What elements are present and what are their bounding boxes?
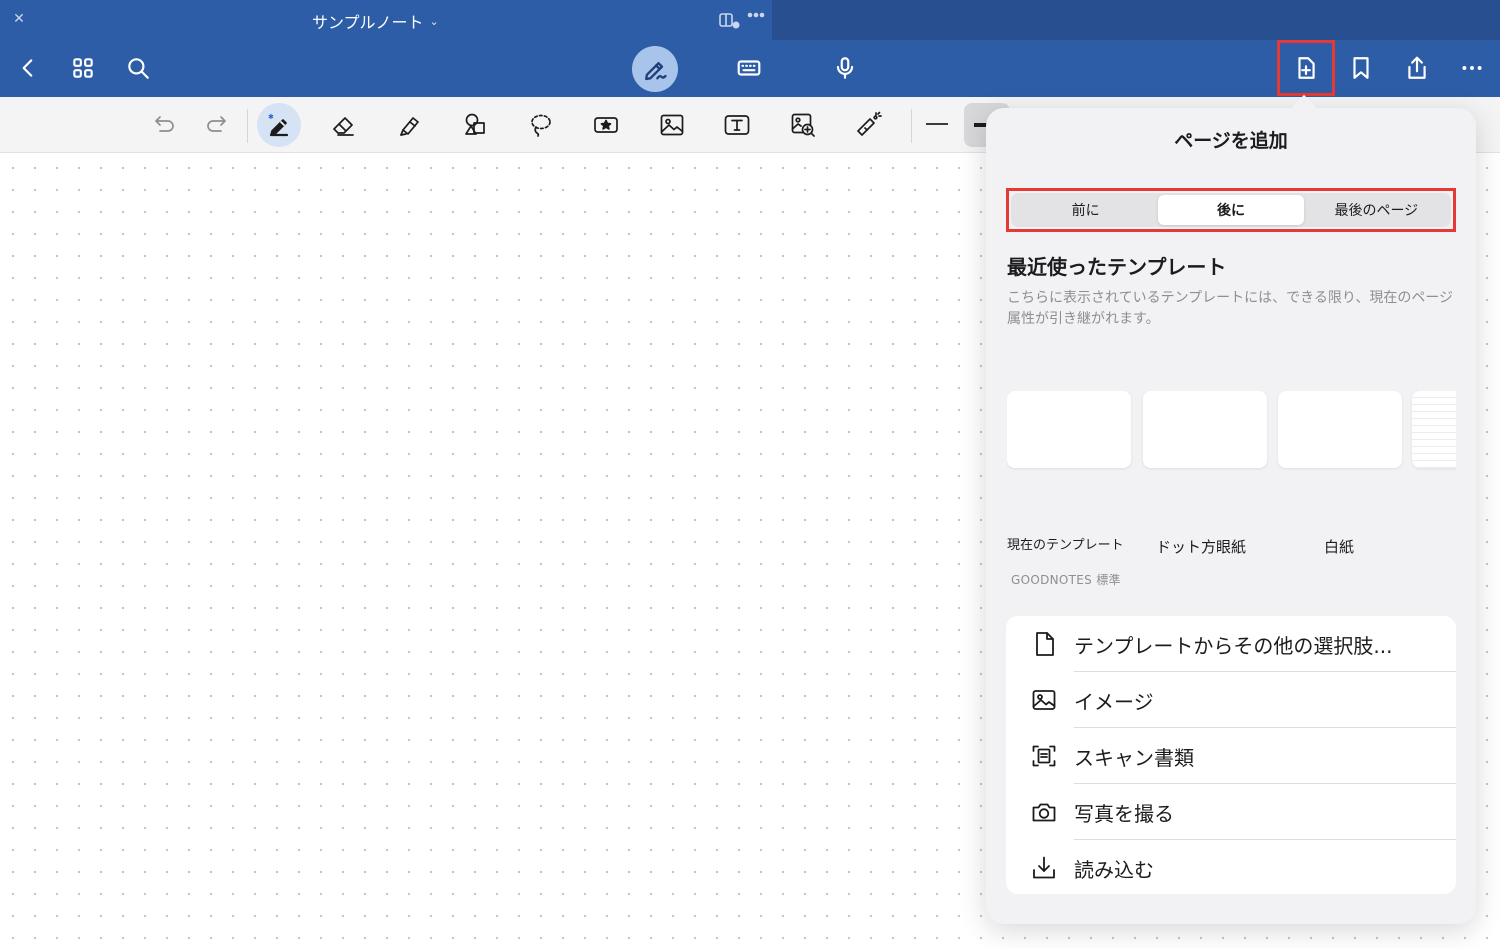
add-page-popover: ページを追加 前に 後に 最後のページ 最近使ったテンプレート こちらに表示され… [986, 108, 1476, 924]
menu-item-label: 読み込む [1074, 857, 1154, 882]
menu-item-label: テンプレートからその他の選択肢... [1074, 633, 1393, 658]
camera-icon [1030, 798, 1058, 826]
pen-icon[interactable]: ✱ [257, 103, 301, 147]
menu-item-more-templates[interactable]: テンプレートからその他の選択肢... [1006, 616, 1456, 672]
recent-templates-description: こちらに表示されているテンプレートには、できる限り、現在のページ属性が引き継がれ… [1007, 290, 1454, 327]
add-page-highlight-box [1277, 40, 1335, 96]
template-thumb-dot-grid[interactable] [1143, 391, 1267, 468]
template-thumb-current[interactable] [1007, 391, 1131, 468]
template-thumb-lined[interactable] [1412, 391, 1456, 468]
keyboard-icon[interactable] [733, 52, 765, 84]
insert-position-segmented-control: 前に 後に 最後のページ [1011, 193, 1451, 227]
template-sub-current: GOODNOTES 標準 [1011, 573, 1121, 587]
import-icon [1030, 854, 1058, 882]
search-icon[interactable] [122, 52, 154, 84]
image-icon[interactable] [653, 107, 691, 143]
sticker-icon[interactable] [587, 107, 625, 143]
template-label-blank: 白紙 [1324, 538, 1355, 556]
undo-icon[interactable] [144, 107, 182, 143]
segment-before[interactable]: 前に [1013, 195, 1158, 225]
highlighter-icon[interactable] [391, 107, 429, 143]
svg-text:✱: ✱ [268, 113, 274, 121]
title-bar-right-region [772, 0, 1500, 40]
laser-pointer-icon[interactable] [849, 107, 887, 143]
tool-divider [911, 109, 912, 143]
share-icon[interactable] [1401, 52, 1433, 84]
menu-item-image[interactable]: イメージ [1006, 672, 1456, 728]
document-icon [1030, 630, 1058, 658]
add-page-options-menu: テンプレートからその他の選択肢... イメージ スキャン書類 写真を撮る 読み込… [1006, 616, 1456, 894]
popover-title: ページを追加 [1174, 130, 1288, 152]
segment-last-page[interactable]: 最後のページ [1304, 195, 1449, 225]
document-title-menu[interactable]: サンプルノート ⌄ [312, 9, 439, 33]
recent-templates-title: 最近使ったテンプレート [1007, 255, 1227, 279]
redo-icon[interactable] [199, 107, 237, 143]
template-label-dot-grid: ドット方眼紙 [1156, 538, 1247, 556]
zoom-window-icon[interactable] [784, 107, 822, 143]
menu-item-scan[interactable]: スキャン書類 [1006, 728, 1456, 784]
main-toolbar [0, 40, 1500, 97]
eraser-icon[interactable] [325, 107, 363, 143]
scan-document-icon [1030, 742, 1058, 770]
lasso-icon[interactable] [522, 107, 560, 143]
insert-position-highlight-box: 前に 後に 最後のページ [1006, 188, 1456, 232]
close-icon[interactable]: ✕ [10, 10, 28, 28]
bookmark-icon[interactable] [1345, 52, 1377, 84]
title-bar: ✕ サンプルノート ⌄ [0, 0, 1500, 40]
chevron-down-icon: ⌄ [429, 14, 439, 28]
menu-item-label: 写真を撮る [1074, 801, 1174, 826]
shapes-icon[interactable] [457, 107, 495, 143]
grid-icon[interactable] [67, 52, 99, 84]
back-icon[interactable] [12, 52, 44, 84]
pen-mode-icon[interactable] [632, 46, 678, 92]
segment-after[interactable]: 後に [1158, 195, 1304, 225]
tool-divider [247, 109, 248, 143]
document-title: サンプルノート [312, 13, 424, 32]
microphone-icon[interactable] [829, 52, 861, 84]
more-icon[interactable] [1456, 52, 1488, 84]
template-label-current: 現在のテンプレート [1007, 538, 1124, 553]
menu-item-label: イメージ [1074, 689, 1154, 714]
menu-item-import[interactable]: 読み込む [1006, 840, 1456, 896]
multitasking-icon[interactable] [718, 8, 766, 32]
template-thumbnails [1007, 391, 1456, 471]
menu-item-label: スキャン書類 [1074, 745, 1194, 770]
template-thumb-blank[interactable] [1278, 391, 1402, 468]
text-box-icon[interactable] [718, 107, 756, 143]
photo-icon [1030, 686, 1058, 714]
menu-item-take-photo[interactable]: 写真を撮る [1006, 784, 1456, 840]
stroke-thin-option[interactable] [926, 123, 948, 125]
